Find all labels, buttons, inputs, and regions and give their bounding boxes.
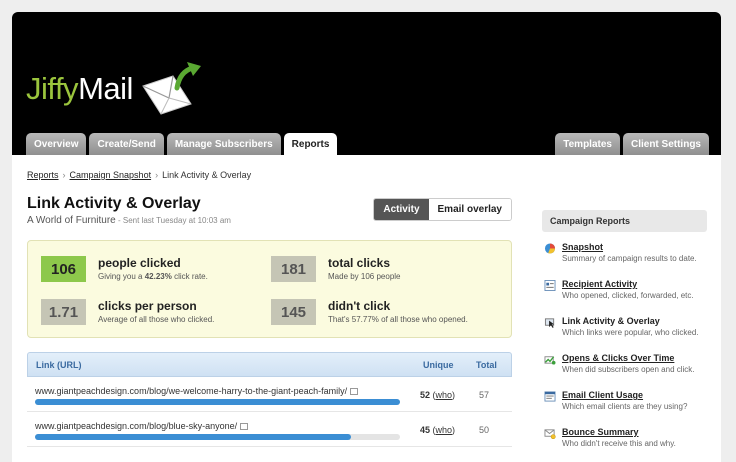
content-area: Reports › Campaign Snapshot › Link Activity … (12, 155, 721, 462)
stat-people-clicked: 106 people clicked Giving you a 42.23% c… (41, 256, 208, 282)
links-table: Link (URL) Unique Total www.giantpeachde… (27, 352, 512, 447)
breadcrumb-separator: › (155, 170, 159, 180)
stat-label: total clicks (328, 256, 391, 270)
stat-didnt-click: 145 didn't click That's 57.77% of all th… (271, 299, 468, 325)
link-activity-icon (544, 318, 555, 328)
tab-client-settings[interactable]: Client Settings (622, 133, 709, 155)
stat-label: didn't click (328, 299, 391, 313)
pie-chart-icon (544, 243, 556, 254)
logo-part2: Mail (78, 71, 133, 106)
link-url-text[interactable]: www.giantpeachdesign.com/blog/we-welcome… (35, 386, 347, 396)
unique-value: 52 (420, 390, 431, 400)
table-header: Link (URL) Unique Total (27, 352, 512, 377)
table-row: www.giantpeachdesign.com/blog/blue-sky-a… (27, 412, 512, 447)
sidebar-item-title: Link Activity & Overlay (562, 316, 660, 326)
stat-desc-post: click rate. (171, 272, 208, 281)
tab-reports[interactable]: Reports (283, 133, 338, 155)
sidebar-item-title[interactable]: Bounce Summary (562, 427, 707, 437)
main-tabs: Overview Create/Send Manage Subscribers … (26, 133, 338, 155)
total-count: 57 (479, 390, 490, 400)
envelope-icon (142, 62, 201, 115)
tab-manage-subscribers[interactable]: Manage Subscribers (166, 133, 281, 155)
stat-desc-pre: Giving you a (98, 272, 145, 281)
stat-total-clicks: 181 total clicks Made by 106 people (271, 256, 401, 282)
campaign-reports-sidebar: Campaign Reports Snapshot Summary of cam… (542, 210, 707, 454)
settings-tabs: Templates Client Settings (555, 133, 709, 155)
sidebar-item-title[interactable]: Recipient Activity (562, 279, 707, 289)
sidebar-item-recipient-activity[interactable]: Recipient Activity Who opened, clicked, … (542, 279, 707, 306)
unique-count: 45 (who) (420, 425, 456, 435)
sidebar-item-email-client[interactable]: Email Client Usage Which email clients a… (542, 390, 707, 417)
sidebar-item-desc: Which email clients are they using? (562, 402, 688, 411)
email-overlay-toggle-button[interactable]: Email overlay (428, 199, 511, 220)
unique-value: 45 (420, 425, 431, 435)
sidebar-item-title[interactable]: Opens & Clicks Over Time (562, 353, 707, 363)
click-bar-fill (35, 434, 351, 440)
sidebar-item-desc: Summary of campaign results to date. (562, 254, 697, 263)
sidebar-item-title[interactable]: Snapshot (562, 242, 707, 252)
campaign-name: A World of Furniture (27, 215, 116, 226)
column-header-total[interactable]: Total (476, 360, 497, 370)
stat-description: That's 57.77% of all those who opened. (328, 315, 468, 324)
stat-value: 106 (41, 256, 86, 282)
unique-count: 52 (who) (420, 390, 456, 400)
stat-label: people clicked (98, 256, 181, 270)
stat-value: 181 (271, 256, 316, 282)
external-link-icon[interactable] (240, 423, 249, 431)
who-link[interactable]: who (436, 425, 453, 435)
logo-part1: Jiffy (26, 71, 79, 106)
tab-create-send[interactable]: Create/Send (89, 133, 164, 155)
bounce-icon (544, 429, 556, 439)
link-url[interactable]: www.giantpeachdesign.com/blog/we-welcome… (35, 386, 359, 396)
breadcrumb-current: Link Activity & Overlay (162, 170, 252, 180)
logo-text: JiffyMail (26, 71, 133, 107)
click-rate: 42.23% (144, 272, 172, 281)
stat-value: 145 (271, 299, 316, 325)
activity-toggle-button[interactable]: Activity (374, 199, 429, 220)
link-url-text[interactable]: www.giantpeachdesign.com/blog/blue-sky-a… (35, 421, 237, 431)
column-header-unique[interactable]: Unique (423, 360, 454, 370)
header: JiffyMail Overview Create/Send Manage Su… (12, 12, 721, 155)
view-toggle: Activity Email overlay (373, 198, 512, 221)
recipient-list-icon (544, 280, 556, 291)
sent-time: - Sent last Tuesday at 10:03 am (115, 216, 231, 225)
click-bar-fill (35, 399, 400, 405)
sidebar-item-desc: Which links were popular, who clicked. (562, 328, 699, 337)
total-count: 50 (479, 425, 490, 435)
stat-clicks-per-person: 1.71 clicks per person Average of all th… (41, 299, 214, 325)
breadcrumb-campaign-snapshot[interactable]: Campaign Snapshot (70, 170, 152, 180)
sidebar-item-title[interactable]: Email Client Usage (562, 390, 707, 400)
stats-panel: 106 people clicked Giving you a 42.23% c… (27, 240, 512, 338)
sidebar-item-desc: When did subscribers open and click. (562, 365, 695, 374)
title-row: Link Activity & Overlay A World of Furni… (27, 195, 512, 226)
email-client-icon (544, 391, 556, 402)
jiffymail-logo[interactable]: JiffyMail (26, 60, 203, 118)
app-frame: JiffyMail Overview Create/Send Manage Su… (12, 12, 721, 462)
tab-overview[interactable]: Overview (26, 133, 87, 155)
sidebar-item-snapshot[interactable]: Snapshot Summary of campaign results to … (542, 242, 707, 269)
table-row: www.giantpeachdesign.com/blog/we-welcome… (27, 377, 512, 412)
who-link[interactable]: who (436, 390, 453, 400)
main-panel: Reports › Campaign Snapshot › Link Activity … (27, 155, 512, 447)
breadcrumb-reports[interactable]: Reports (27, 170, 59, 180)
external-link-icon[interactable] (350, 388, 359, 396)
sidebar-item-opens-clicks[interactable]: Opens & Clicks Over Time When did subscr… (542, 353, 707, 380)
link-url[interactable]: www.giantpeachdesign.com/blog/blue-sky-a… (35, 421, 249, 431)
stat-description: Made by 106 people (328, 272, 401, 281)
sidebar-item-desc: Who opened, clicked, forwarded, etc. (562, 291, 694, 300)
stat-description: Average of all those who clicked. (98, 315, 215, 324)
opens-chart-icon (544, 356, 556, 365)
click-bar (35, 399, 400, 405)
breadcrumb: Reports › Campaign Snapshot › Link Activity … (27, 170, 512, 180)
stat-description: Giving you a 42.23% click rate. (98, 272, 208, 281)
breadcrumb-separator: › (62, 170, 66, 180)
click-bar (35, 434, 400, 440)
sidebar-heading: Campaign Reports (542, 210, 707, 232)
sidebar-item-link-activity[interactable]: Link Activity & Overlay Which links were… (542, 316, 707, 343)
column-header-link[interactable]: Link (URL) (36, 360, 82, 370)
tab-templates[interactable]: Templates (555, 133, 620, 155)
sidebar-item-desc: Who didn't receive this and why. (562, 439, 676, 448)
stat-value: 1.71 (41, 299, 86, 325)
stat-label: clicks per person (98, 299, 197, 313)
